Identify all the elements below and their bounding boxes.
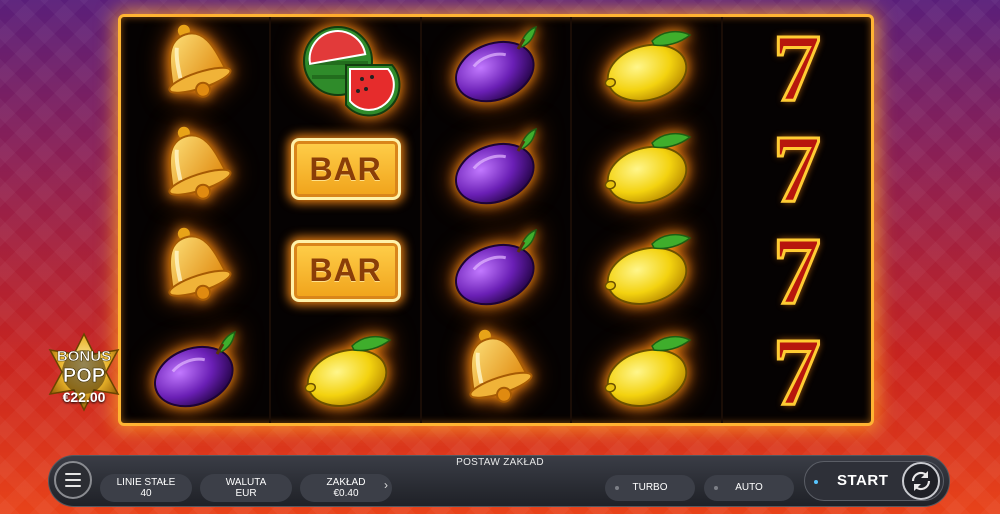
bar-text: BAR xyxy=(309,252,382,289)
auto-toggle[interactable]: AUTO xyxy=(704,475,794,501)
reel-1 xyxy=(121,17,272,424)
autoplay-cycle-icon xyxy=(911,471,931,491)
reel-cell xyxy=(121,17,269,119)
lines-label: LINIE STAŁE xyxy=(116,477,176,488)
bell-icon xyxy=(446,324,546,421)
lemon-icon xyxy=(596,222,696,319)
reel-3 xyxy=(422,17,573,424)
bar-text: BAR xyxy=(309,150,382,187)
currency-value: EUR xyxy=(235,488,257,499)
auto-indicator xyxy=(714,486,718,490)
reel-cell xyxy=(572,17,720,119)
start-indicator xyxy=(814,480,818,484)
bonus-pop-badge[interactable]: BONUS POP €22.00 xyxy=(44,332,124,412)
reel-cell xyxy=(271,17,419,119)
currency-label: WALUTA xyxy=(225,477,267,488)
reel-cell: 7 xyxy=(723,220,871,322)
lemon-icon xyxy=(596,324,696,421)
reel-cell: BAR xyxy=(271,220,419,322)
bet-next-arrow[interactable]: › xyxy=(384,478,388,492)
reel-cell: 7 xyxy=(723,119,871,221)
lines-value: 40 xyxy=(140,488,152,499)
autoplay-cycle-button[interactable] xyxy=(902,462,940,500)
menu-icon xyxy=(65,473,81,475)
seven-icon: 7 xyxy=(771,318,822,426)
watermelon-icon xyxy=(296,19,401,117)
reel-cell xyxy=(572,220,720,322)
reel-cell xyxy=(271,322,419,424)
bell-icon xyxy=(145,222,245,319)
lemon-icon xyxy=(296,324,396,421)
seven-icon: 7 xyxy=(771,115,822,223)
pop-label: POP xyxy=(62,365,106,388)
bar-icon: BAR xyxy=(290,138,401,201)
currency-selector[interactable]: WALUTA EUR xyxy=(200,474,292,502)
reel-cell xyxy=(121,322,269,424)
lemon-icon xyxy=(596,121,696,218)
turbo-toggle[interactable]: TURBO xyxy=(605,475,695,501)
reel-cell xyxy=(121,220,269,322)
bonus-amount: €22.00 xyxy=(62,389,106,405)
bonus-label: BONUS xyxy=(56,348,112,366)
reel-cell xyxy=(121,119,269,221)
reel-cell xyxy=(422,220,570,322)
bet-label: ZAKŁAD xyxy=(326,477,366,488)
lemon-icon xyxy=(596,19,696,116)
bar-icon: BAR xyxy=(290,239,401,302)
plum-icon xyxy=(446,222,546,319)
reels-frame: BAR BAR 7 7 7 7 xyxy=(118,14,874,426)
reel-cell xyxy=(572,322,720,424)
reel-cell: 7 xyxy=(723,322,871,424)
start-label: START xyxy=(837,472,889,489)
auto-label: AUTO xyxy=(735,482,763,493)
reel-cell xyxy=(572,119,720,221)
turbo-indicator xyxy=(615,486,619,490)
menu-button[interactable] xyxy=(54,461,92,499)
reel-2: BAR BAR xyxy=(271,17,422,424)
seven-icon: 7 xyxy=(771,13,822,121)
plum-icon xyxy=(446,19,546,116)
turbo-label: TURBO xyxy=(632,482,668,493)
reel-5: 7777 xyxy=(723,17,871,423)
reel-cell xyxy=(422,17,570,119)
bell-icon xyxy=(145,121,245,218)
lines-selector[interactable]: LINIE STAŁE 40 xyxy=(100,474,192,502)
seven-icon: 7 xyxy=(771,216,822,324)
reel-4 xyxy=(572,17,723,424)
reel-cell: BAR xyxy=(271,119,419,221)
reel-cell xyxy=(422,322,570,424)
bet-value: €0.40 xyxy=(333,488,359,499)
reel-cell xyxy=(422,119,570,221)
reel-cell: 7 xyxy=(723,17,871,119)
bet-selector[interactable]: ZAKŁAD €0.40 xyxy=(300,474,392,502)
bell-icon xyxy=(145,19,245,116)
plum-icon xyxy=(446,121,546,218)
plum-icon xyxy=(145,324,245,421)
